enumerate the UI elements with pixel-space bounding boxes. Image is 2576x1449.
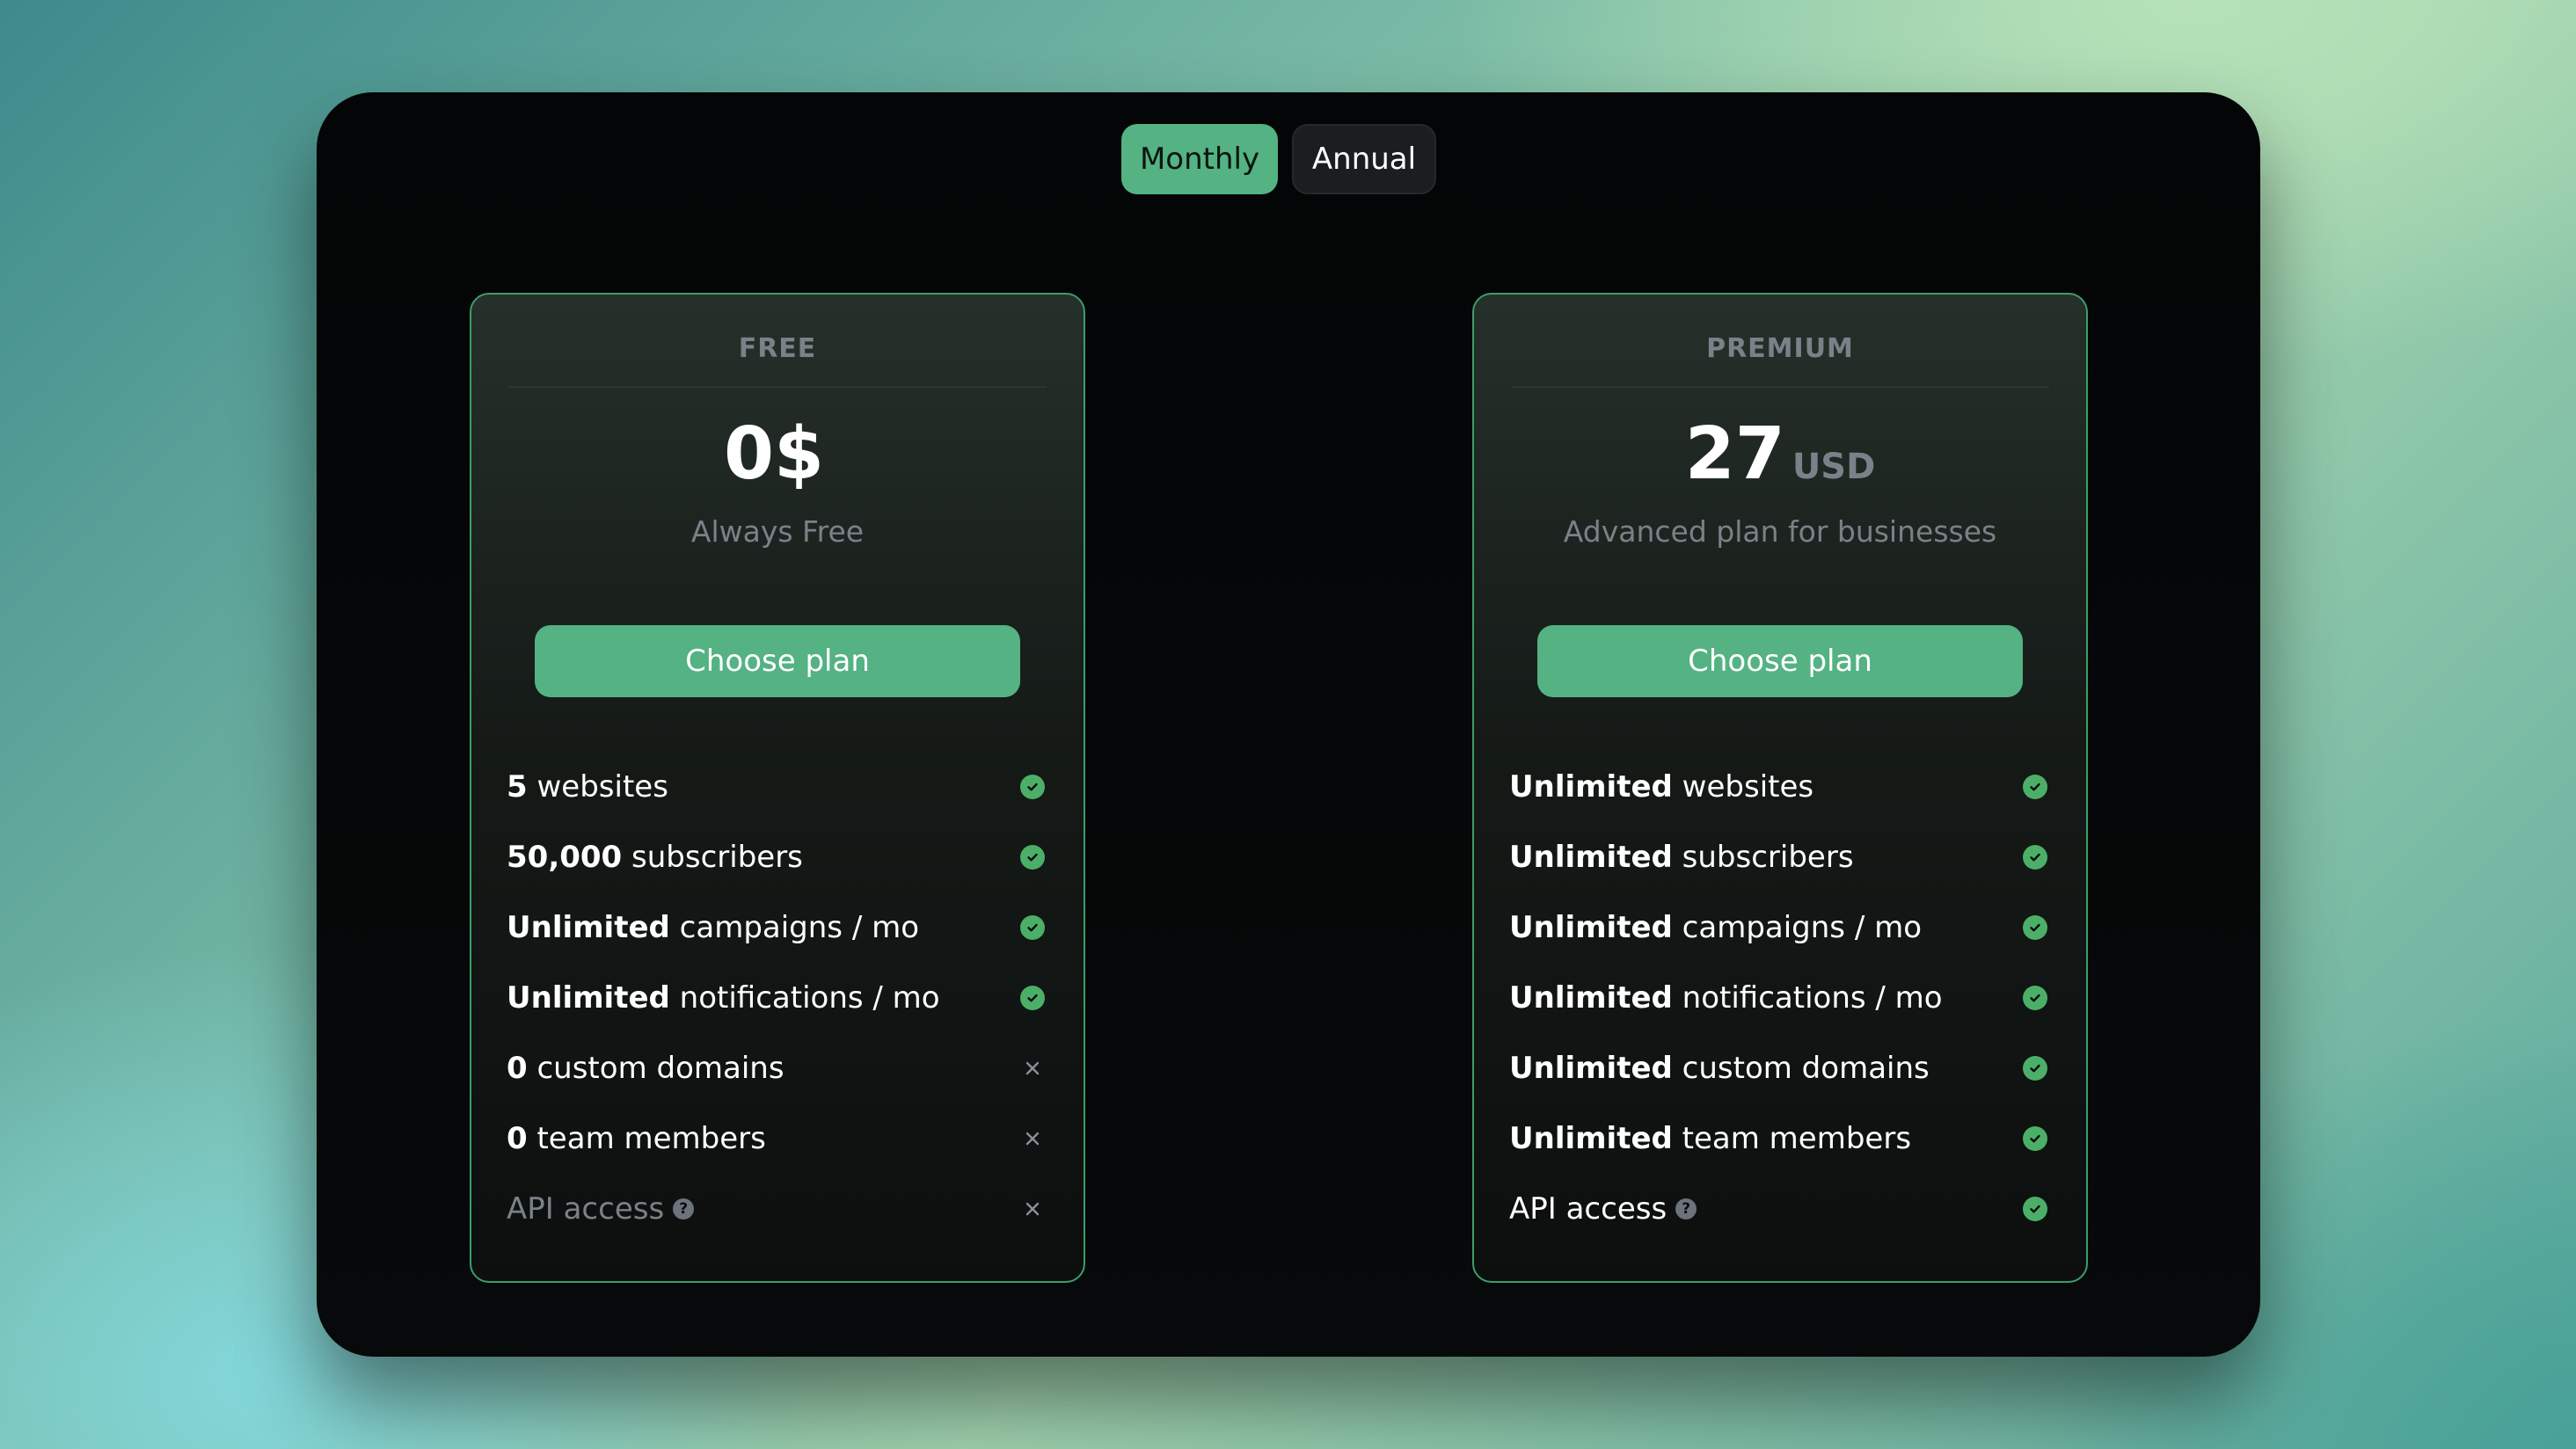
feature-text: notifications / mo <box>669 980 940 1016</box>
feature-text: API access <box>1509 1191 1667 1227</box>
choose-plan-button-free[interactable]: Choose plan <box>535 625 1020 697</box>
feature-text: websites <box>527 769 668 805</box>
feature-label: Unlimited notifications / mo <box>507 980 940 1016</box>
feature-item: Unlimited campaigns / mo <box>1509 892 2051 963</box>
feature-label: Unlimited subscribers <box>1509 840 1854 875</box>
feature-item: Unlimited notifications / mo <box>507 963 1048 1033</box>
feature-highlight: 0 <box>507 1121 528 1156</box>
choose-plan-button-premium[interactable]: Choose plan <box>1537 625 2023 697</box>
help-icon[interactable]: ? <box>1675 1198 1697 1220</box>
divider <box>508 386 1047 388</box>
feature-label: Unlimited websites <box>1509 769 1813 805</box>
feature-item: API access? <box>1509 1174 2051 1244</box>
monthly-toggle-button[interactable]: Monthly <box>1121 124 1278 194</box>
feature-item: 0 custom domains <box>507 1033 1048 1103</box>
feature-text: API access <box>507 1191 665 1227</box>
check-circle-icon <box>2023 986 2047 1010</box>
check-circle-icon <box>1020 775 1045 799</box>
check-circle-icon <box>2023 775 2047 799</box>
feature-list: Unlimited websites Unlimited subscribers U… <box>1509 752 2051 1244</box>
feature-highlight: Unlimited <box>1509 980 1673 1016</box>
plan-tier-name: PREMIUM <box>1706 333 1854 364</box>
feature-highlight: 5 <box>507 769 528 805</box>
price-unit: USD <box>1792 447 1876 487</box>
feature-label: 50,000 subscribers <box>507 840 803 875</box>
feature-item: Unlimited notifications / mo <box>1509 963 2051 1033</box>
feature-label: Unlimited campaigns / mo <box>1509 910 1922 945</box>
feature-highlight: Unlimited <box>507 980 670 1016</box>
feature-label: 0 team members <box>507 1121 766 1156</box>
price-amount: 27 <box>1684 412 1785 496</box>
feature-item: 50,000 subscribers <box>507 822 1048 892</box>
feature-highlight: Unlimited <box>507 910 670 945</box>
check-circle-icon <box>1020 915 1045 940</box>
feature-label: 0 custom domains <box>507 1051 784 1086</box>
plan-card-free: FREE 0$ Always Free Choose plan 5 websit… <box>470 293 1085 1283</box>
feature-label: Unlimited team members <box>1509 1121 1911 1156</box>
plan-tier-name: FREE <box>738 333 817 364</box>
feature-label: API access? <box>507 1191 695 1227</box>
feature-highlight: Unlimited <box>1509 1121 1673 1156</box>
feature-text: campaigns / mo <box>1672 910 1923 945</box>
feature-label: API access? <box>1509 1191 1697 1227</box>
plan-card-premium: PREMIUM 27 USD Advanced plan for business… <box>1472 293 2088 1283</box>
feature-item: Unlimited subscribers <box>1509 822 2051 892</box>
feature-list: 5 websites 50,000 subscribers Unlimited ca… <box>507 752 1048 1244</box>
feature-highlight: 50,000 <box>507 840 623 875</box>
feature-item: API access? <box>507 1174 1048 1244</box>
check-circle-icon <box>2023 1056 2047 1081</box>
check-circle-icon <box>2023 915 2047 940</box>
annual-toggle-button[interactable]: Annual <box>1292 124 1436 194</box>
price-amount: 0$ <box>723 412 825 496</box>
plan-price: 0$ <box>471 411 1084 511</box>
check-circle-icon <box>2023 1126 2047 1151</box>
divider <box>1511 386 2049 388</box>
x-icon <box>1020 1126 1045 1151</box>
feature-item: Unlimited websites <box>1509 752 2051 822</box>
feature-text: notifications / mo <box>1672 980 1943 1016</box>
feature-highlight: Unlimited <box>1509 1051 1673 1086</box>
feature-text: custom domains <box>1672 1051 1930 1086</box>
check-circle-icon <box>2023 845 2047 870</box>
feature-label: 5 websites <box>507 769 668 805</box>
pricing-panel: Monthly Annual FREE 0$ Always Free Choos… <box>317 92 2260 1357</box>
feature-label: Unlimited notifications / mo <box>1509 980 1943 1016</box>
feature-text: team members <box>1672 1121 1912 1156</box>
feature-label: Unlimited custom domains <box>1509 1051 1930 1086</box>
feature-highlight: 0 <box>507 1051 528 1086</box>
x-icon <box>1020 1056 1045 1081</box>
plan-subtitle: Advanced plan for businesses <box>1563 514 1997 549</box>
feature-label: Unlimited campaigns / mo <box>507 910 919 945</box>
check-circle-icon <box>2023 1197 2047 1221</box>
feature-item: Unlimited team members <box>1509 1103 2051 1174</box>
feature-text: websites <box>1672 769 1814 805</box>
help-icon[interactable]: ? <box>673 1198 695 1220</box>
feature-highlight: Unlimited <box>1509 910 1673 945</box>
plan-price: 27 USD <box>1474 411 2086 511</box>
feature-item: Unlimited campaigns / mo <box>507 892 1048 963</box>
x-icon <box>1020 1197 1045 1221</box>
feature-item: Unlimited custom domains <box>1509 1033 2051 1103</box>
feature-text: subscribers <box>1672 840 1854 875</box>
billing-period-toggle: Monthly Annual <box>1121 124 1436 194</box>
feature-highlight: Unlimited <box>1509 840 1673 875</box>
plan-subtitle: Always Free <box>690 514 865 549</box>
feature-text: subscribers <box>622 840 803 875</box>
feature-text: custom domains <box>527 1051 784 1086</box>
check-circle-icon <box>1020 986 1045 1010</box>
feature-item: 5 websites <box>507 752 1048 822</box>
check-circle-icon <box>1020 845 1045 870</box>
feature-text: team members <box>527 1121 766 1156</box>
feature-highlight: Unlimited <box>1509 769 1673 805</box>
feature-text: campaigns / mo <box>669 910 920 945</box>
feature-item: 0 team members <box>507 1103 1048 1174</box>
